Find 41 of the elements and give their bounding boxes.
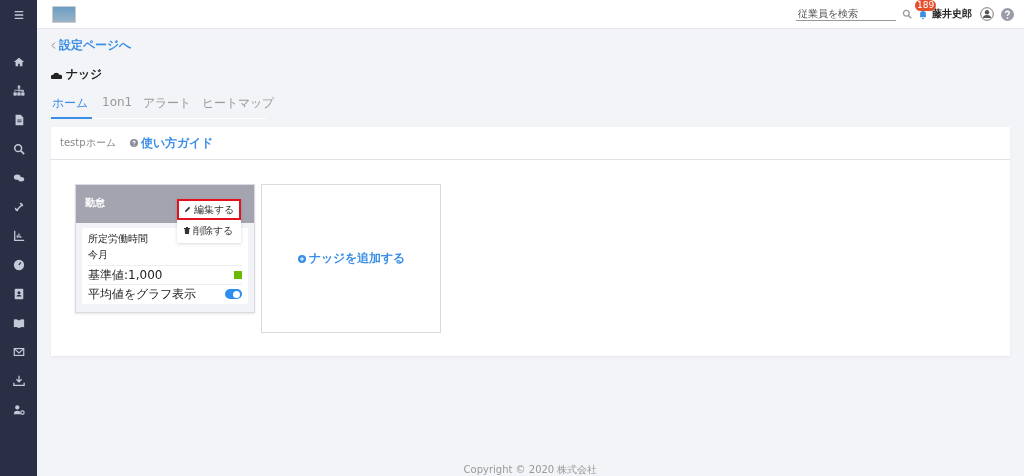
- usage-guide-link[interactable]: 使い方ガイド: [140, 134, 213, 152]
- delete-menu-item[interactable]: 削除する: [177, 220, 241, 241]
- pencil-icon: [184, 206, 191, 213]
- tab[interactable]: 1on1: [101, 95, 134, 119]
- tab[interactable]: ホーム: [51, 95, 92, 119]
- copyright-text: Copyright © 2020 株式会社: [463, 464, 598, 475]
- panel-title: testpホーム: [60, 136, 116, 150]
- metric-title: 所定労働時間: [88, 232, 149, 246]
- bell-icon[interactable]: [918, 8, 928, 20]
- download-icon[interactable]: [12, 374, 25, 387]
- gauge-icon[interactable]: [12, 258, 25, 271]
- user-settings-icon[interactable]: [12, 403, 25, 416]
- toggle-switch[interactable]: [225, 289, 242, 299]
- book-icon[interactable]: [12, 316, 25, 329]
- edit-menu-item[interactable]: 編集する: [177, 199, 241, 220]
- user-avatar-icon[interactable]: [980, 7, 994, 21]
- help-icon[interactable]: [1001, 7, 1014, 21]
- sitemap-icon[interactable]: [12, 84, 25, 97]
- back-to-settings-link[interactable]: 設定ページへ: [59, 37, 131, 54]
- trash-icon: [184, 227, 190, 234]
- mail-icon[interactable]: [12, 345, 25, 358]
- page-title: ナッジ: [66, 66, 102, 83]
- cloud-icon: [51, 70, 62, 79]
- employee-search-field[interactable]: 従業員を検索: [796, 7, 896, 21]
- card-title: 勤怠: [85, 196, 105, 210]
- status-square: [234, 271, 242, 279]
- tab[interactable]: アラート: [142, 95, 193, 119]
- plus-circle-icon: [297, 254, 306, 263]
- add-nudge-label: ナッジを追加する: [308, 250, 405, 267]
- baseline-label: 基準値:1,000: [88, 266, 163, 284]
- tab[interactable]: ヒートマップ: [201, 95, 276, 119]
- home-icon[interactable]: [12, 55, 25, 68]
- add-nudge-card[interactable]: ナッジを追加する: [261, 184, 441, 333]
- chart-icon[interactable]: [12, 229, 25, 242]
- toggle-label: 平均値をグラフ表示: [88, 285, 196, 303]
- period-label: 今月: [88, 248, 242, 266]
- help-icon: [129, 139, 138, 147]
- search-icon[interactable]: [12, 142, 25, 155]
- menu-icon[interactable]: [12, 9, 25, 21]
- contact-book-icon[interactable]: [12, 287, 25, 300]
- logo-photo-placeholder[interactable]: [52, 5, 76, 23]
